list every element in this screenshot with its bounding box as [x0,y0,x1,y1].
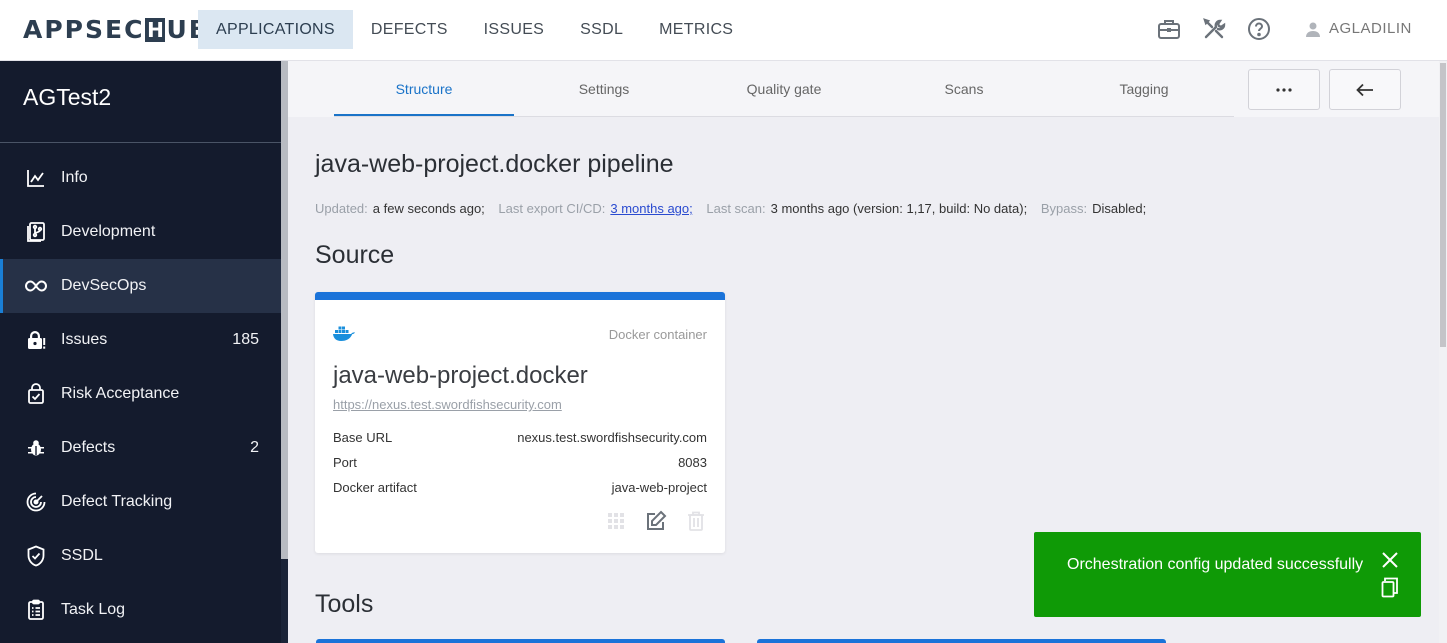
export-label: Last export CI/CD: [498,201,606,216]
appsechub-logo[interactable]: APPSEC H UB [23,15,210,44]
source-heading: Source [315,241,395,269]
sidebar-item-label: SSDL [61,547,103,564]
nav-defects[interactable]: DEFECTS [353,10,466,49]
bag-check-icon [25,383,47,405]
logo-text-appsec: APPSEC [23,15,145,44]
main-nav: APPLICATIONS DEFECTS ISSUES SSDL METRICS [198,10,751,49]
nav-issues[interactable]: ISSUES [466,10,563,49]
sidebar-item-label: Defect Tracking [61,493,173,510]
source-type: Docker container [608,327,707,342]
sidebar-item-task-log[interactable]: Task Log [0,583,281,637]
sidebar-scrollbar[interactable] [281,61,288,643]
row-value: nexus.test.swordfishsecurity.com [517,430,707,445]
bug-icon [25,437,47,459]
sidebar: AGTest2 Info Development DevSecOps Issue… [0,61,281,643]
card-actions [587,510,707,532]
sidebar-scrollbar-thumb[interactable] [281,61,288,559]
trash-icon[interactable] [685,510,707,532]
bypass-value: Disabled; [1092,201,1147,216]
pipeline-meta: Updated: a few seconds ago; Last export C… [315,201,1156,216]
defects-count-badge: 2 [250,439,259,456]
updated-value: a few seconds ago; [372,201,485,216]
sidebar-item-label: DevSecOps [61,277,147,294]
chart-line-icon [25,167,47,189]
source-row-port: Port 8083 [333,455,707,470]
tools-icon[interactable] [1201,16,1227,42]
lock-alert-icon [25,329,47,351]
shield-check-icon [25,545,47,567]
logo-text-h: H [145,17,166,42]
row-label: Base URL [333,430,393,445]
scan-label: Last scan: [706,201,766,216]
row-label: Docker artifact [333,480,417,495]
infinity-icon [25,275,47,297]
bypass-label: Bypass: [1040,201,1088,216]
tools-heading: Tools [315,590,374,618]
sidebar-item-info[interactable]: Info [0,151,281,205]
copy-icon[interactable] [1381,577,1399,603]
source-row-docker-artifact: Docker artifact java-web-project [333,480,707,495]
docker-icon [332,324,356,347]
briefcase-icon[interactable] [1156,16,1182,42]
tab-settings[interactable]: Settings [514,61,694,116]
user-name: AGLADILIN [1329,20,1412,37]
issues-count-badge: 185 [232,331,259,348]
help-icon[interactable] [1246,16,1272,42]
sidebar-item-issues[interactable]: Issues 185 [0,313,281,367]
edit-icon[interactable] [645,510,667,532]
top-bar: APPSEC H UB APPLICATIONS DEFECTS ISSUES SS… [0,0,1447,61]
tool-card[interactable] [316,639,725,643]
source-row-base-url: Base URL nexus.test.swordfishsecurity.co… [333,430,707,445]
tool-card[interactable] [757,639,1166,643]
sidebar-item-risk-acceptance[interactable]: Risk Acceptance [0,367,281,421]
success-toast: Orchestration config updated successfull… [1034,532,1421,617]
close-icon[interactable] [1381,551,1399,574]
header-icons [1156,16,1291,42]
source-code-icon [25,221,47,243]
sidebar-item-label: Development [61,223,156,240]
nav-ssdl[interactable]: SSDL [562,10,641,49]
main-scrollbar[interactable] [1439,61,1447,643]
sidebar-item-defect-tracking[interactable]: Defect Tracking [0,475,281,529]
source-card[interactable]: Docker container java-web-project.docker… [315,292,725,553]
arrow-left-icon [1356,83,1373,96]
tab-scans[interactable]: Scans [874,61,1054,116]
sidebar-item-development[interactable]: Development [0,205,281,259]
tab-quality-gate[interactable]: Quality gate [694,61,874,116]
sidebar-item-ssdl[interactable]: SSDL [0,529,281,583]
row-value: java-web-project [611,480,707,495]
tabs-divider [334,116,1234,117]
updated-label: Updated: [315,201,368,216]
back-button[interactable] [1329,69,1401,110]
toast-message: Orchestration config updated successfull… [1067,556,1364,573]
user-icon [1306,22,1320,37]
sidebar-item-devsecops[interactable]: DevSecOps [0,259,281,313]
user-menu[interactable]: AGLADILIN [1305,20,1412,37]
clipboard-list-icon [25,599,47,621]
radar-icon [25,491,47,513]
tab-tagging[interactable]: Tagging [1054,61,1234,116]
tab-structure[interactable]: Structure [334,61,514,116]
sidebar-item-label: Info [61,169,88,186]
sidebar-item-label: Task Log [61,601,126,618]
drag-handle-icon[interactable] [605,510,627,532]
row-label: Port [333,455,357,470]
sidebar-item-defects[interactable]: Defects 2 [0,421,281,475]
sidebar-item-label: Defects [61,439,116,456]
source-url-link[interactable]: https://nexus.test.swordfishsecurity.com [333,397,562,412]
page-title: java-web-project.docker pipeline [315,150,674,178]
nav-metrics[interactable]: METRICS [641,10,751,49]
nav-applications[interactable]: APPLICATIONS [198,10,353,49]
app-name: AGTest2 [0,61,281,143]
tabs-bar: Structure Settings Quality gate Scans Ta… [288,61,1439,117]
main-scrollbar-thumb[interactable] [1440,63,1446,347]
export-link[interactable]: 3 months ago; [610,201,692,216]
source-name: java-web-project.docker [333,362,588,389]
sidebar-item-label: Risk Acceptance [61,385,180,402]
sidebar-item-label: Issues [61,331,108,348]
scan-value: 3 months ago (version: 1,17, build: No d… [770,201,1028,216]
row-value: 8083 [678,455,707,470]
more-button[interactable] [1248,69,1320,110]
more-icon [1276,87,1292,92]
